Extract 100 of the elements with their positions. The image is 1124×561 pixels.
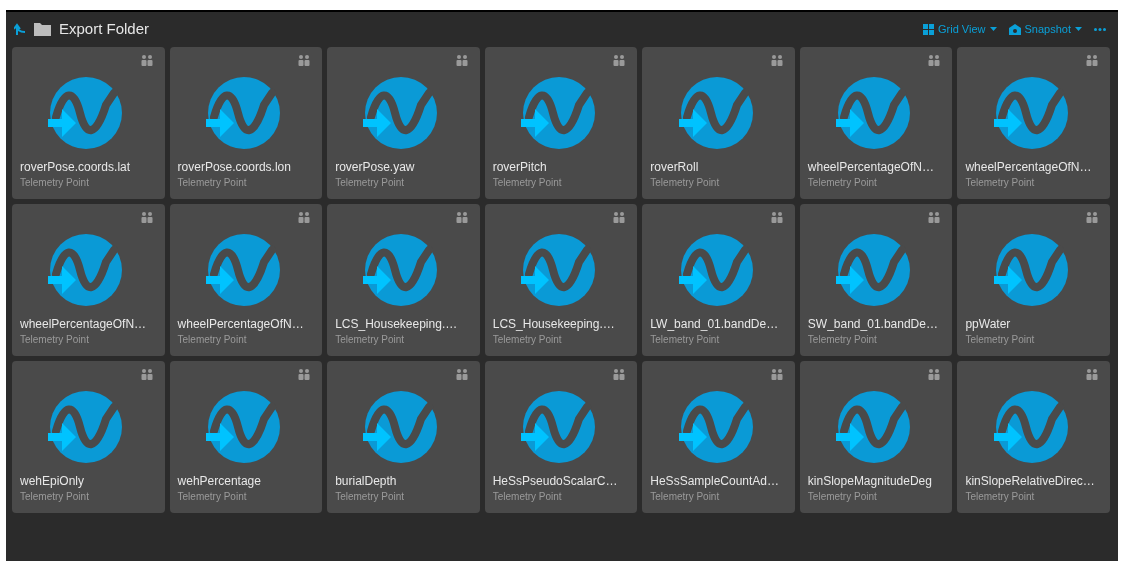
users-icon (298, 212, 311, 223)
item-name: HeSsPseudoScalarC… (492, 473, 619, 489)
users-icon (928, 55, 941, 66)
telemetry-tile[interactable]: ppWater Telemetry Point (957, 204, 1110, 356)
item-name: roverPose.coords.lon (177, 159, 292, 175)
item-name: kinSlopeMagnitudeDeg (807, 473, 933, 489)
item-type: Telemetry Point (492, 333, 563, 347)
item-type: Telemetry Point (335, 333, 406, 347)
item-name: SW_band_01.bandDe… (807, 316, 939, 332)
users-icon (928, 212, 941, 223)
item-type: Telemetry Point (20, 490, 90, 504)
telemetry-wave-icon (991, 74, 1068, 151)
telemetry-tile[interactable]: kinSlopeMagnitudeDeg Telemetry Point (799, 361, 953, 513)
telemetry-tile[interactable]: kinSlopeRelativeDirec… Telemetry Point (957, 361, 1110, 513)
telemetry-tile[interactable]: LCS_Housekeeping.… Telemetry Point (327, 204, 480, 356)
item-name: wehEpiOnly (20, 473, 86, 489)
item-type: Telemetry Point (335, 490, 406, 504)
caret-icon (1075, 27, 1082, 31)
telemetry-tile[interactable]: roverRoll Telemetry Point (642, 47, 795, 199)
telemetry-wave-icon (361, 74, 438, 151)
users-icon (613, 212, 626, 223)
users-icon (298, 369, 311, 380)
snapshot-menu[interactable]: Snapshot (1008, 20, 1082, 38)
telemetry-tile[interactable]: roverPose.coords.lon Telemetry Point (169, 47, 323, 199)
telemetry-wave-icon (361, 231, 438, 308)
telemetry-wave-icon (46, 388, 123, 465)
telemetry-tile[interactable]: LW_band_01.bandDe… Telemetry Point (642, 204, 795, 356)
users-icon (928, 369, 941, 380)
telemetry-wave-icon (203, 74, 280, 151)
telemetry-wave-icon (676, 388, 753, 465)
telemetry-tile[interactable]: HeSsSampleCountAd… Telemetry Point (642, 361, 795, 513)
users-icon (1086, 212, 1098, 223)
item-name: wehPercentage (177, 473, 262, 489)
users-icon (770, 369, 783, 380)
item-type: Telemetry Point (965, 176, 1036, 190)
more-icon[interactable] (1094, 27, 1106, 31)
item-name: wheelPercentageOfN… (965, 159, 1093, 175)
item-type: Telemetry Point (335, 176, 406, 190)
grid-view-menu[interactable]: Grid View (923, 20, 997, 38)
item-type: Telemetry Point (650, 333, 721, 347)
telemetry-wave-icon (361, 388, 438, 465)
telemetry-tile[interactable]: wheelPercentageOfN… Telemetry Point (169, 204, 323, 356)
item-name: roverPitch (492, 159, 548, 175)
item-type: Telemetry Point (965, 333, 1036, 347)
item-name: wheelPercentageOfN… (807, 159, 935, 175)
telemetry-wave-icon (991, 231, 1068, 308)
users-icon (455, 212, 468, 223)
item-name: LCS_Housekeeping.… (492, 316, 616, 332)
telemetry-wave-icon (46, 74, 123, 151)
grid-icon (923, 23, 935, 35)
telemetry-tile[interactable]: roverPose.coords.lat Telemetry Point (12, 47, 165, 199)
users-icon (613, 55, 626, 66)
folder-icon (34, 22, 51, 36)
caret-icon (989, 27, 997, 31)
item-name: LW_band_01.bandDe… (650, 316, 780, 332)
telemetry-tile[interactable]: wehEpiOnly Telemetry Point (12, 361, 165, 513)
telemetry-tile[interactable]: SW_band_01.bandDe… Telemetry Point (799, 204, 953, 356)
telemetry-tile[interactable]: wheelPercentageOfN… Telemetry Point (799, 47, 953, 199)
telemetry-tile[interactable]: wheelPercentageOfN… Telemetry Point (12, 204, 165, 356)
telemetry-wave-icon (676, 231, 753, 308)
telemetry-tile[interactable]: wheelPercentageOfN… Telemetry Point (957, 47, 1110, 199)
telemetry-wave-icon (203, 388, 280, 465)
telemetry-wave-icon (991, 388, 1068, 465)
users-icon (770, 212, 783, 223)
telemetry-tile[interactable]: HeSsPseudoScalarC… Telemetry Point (484, 361, 638, 513)
users-icon (455, 369, 468, 380)
item-type: Telemetry Point (20, 333, 90, 347)
item-name: roverPose.yaw (335, 159, 416, 175)
telemetry-wave-icon (834, 388, 911, 465)
users-icon (140, 55, 153, 66)
telemetry-wave-icon (46, 231, 123, 308)
item-name: wheelPercentageOfN… (177, 316, 305, 332)
item-type: Telemetry Point (807, 333, 878, 347)
item-name: kinSlopeRelativeDirec… (965, 473, 1096, 489)
item-name: burialDepth (335, 473, 398, 489)
users-icon (1086, 369, 1098, 380)
users-icon (140, 212, 153, 223)
item-name: roverPose.coords.lat (20, 159, 132, 175)
users-icon (140, 369, 153, 380)
telemetry-tile[interactable]: wehPercentage Telemetry Point (169, 361, 323, 513)
up-arrow-icon[interactable] (14, 22, 26, 36)
telemetry-tile[interactable]: burialDepth Telemetry Point (327, 361, 480, 513)
item-type: Telemetry Point (492, 176, 563, 190)
users-icon (770, 55, 783, 66)
item-type: Telemetry Point (650, 490, 721, 504)
folder-title: Export Folder (59, 18, 150, 39)
item-name: ppWater (965, 316, 1012, 332)
item-type: Telemetry Point (492, 490, 563, 504)
item-type: Telemetry Point (807, 490, 878, 504)
item-name: wheelPercentageOfN… (20, 316, 148, 332)
telemetry-tile[interactable]: roverPose.yaw Telemetry Point (327, 47, 480, 199)
telemetry-tile[interactable]: roverPitch Telemetry Point (484, 47, 638, 199)
telemetry-wave-icon (519, 74, 595, 151)
item-name: LCS_Housekeeping.… (335, 316, 459, 332)
item-name: HeSsSampleCountAd… (650, 473, 780, 489)
item-type: Telemetry Point (650, 176, 721, 190)
telemetry-tile[interactable]: LCS_Housekeeping.… Telemetry Point (484, 204, 638, 356)
telemetry-wave-icon (203, 231, 280, 308)
telemetry-wave-icon (834, 74, 911, 151)
users-icon (298, 55, 311, 66)
